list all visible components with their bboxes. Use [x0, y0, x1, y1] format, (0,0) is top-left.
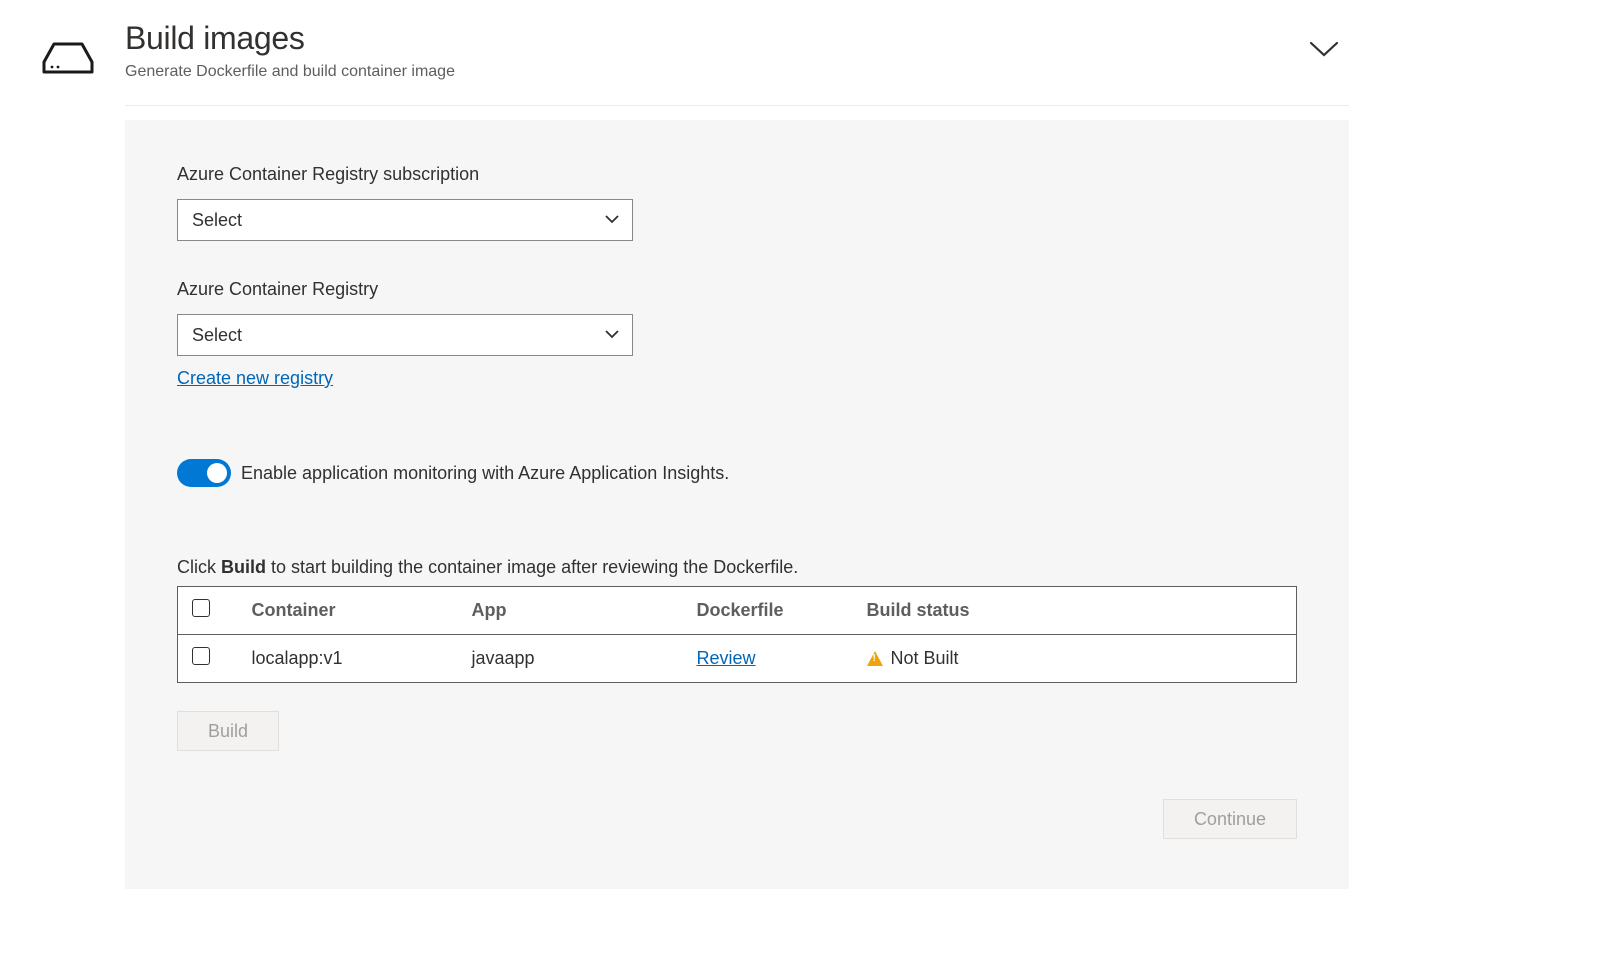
registry-select[interactable]: Select	[177, 314, 633, 356]
build-table: Container App Dockerfile Build status lo…	[177, 586, 1297, 683]
create-registry-link[interactable]: Create new registry	[177, 368, 333, 389]
col-header-dockerfile: Dockerfile	[683, 587, 853, 635]
page-subtitle: Generate Dockerfile and build container …	[125, 63, 455, 81]
collapse-section-icon[interactable]	[1309, 20, 1349, 63]
build-images-panel: Azure Container Registry subscription Se…	[125, 120, 1349, 889]
continue-button[interactable]: Continue	[1163, 799, 1297, 839]
registry-label: Azure Container Registry	[177, 279, 1297, 300]
build-instruction: Click Build to start building the contai…	[177, 557, 1297, 578]
cell-status: Not Built	[891, 648, 959, 669]
subscription-select-value: Select	[192, 210, 242, 231]
registry-select-value: Select	[192, 325, 242, 346]
chevron-down-icon	[604, 326, 620, 344]
cell-container: localapp:v1	[238, 635, 458, 683]
subscription-label: Azure Container Registry subscription	[177, 164, 1297, 185]
col-header-container: Container	[238, 587, 458, 635]
col-header-status: Build status	[853, 587, 1297, 635]
build-button[interactable]: Build	[177, 711, 279, 751]
page-title: Build images	[125, 20, 455, 57]
monitoring-toggle[interactable]	[177, 459, 231, 487]
header-divider	[125, 105, 1349, 106]
cell-app: javaapp	[458, 635, 683, 683]
row-checkbox[interactable]	[192, 647, 210, 665]
col-header-app: App	[458, 587, 683, 635]
subscription-select[interactable]: Select	[177, 199, 633, 241]
monitoring-toggle-label: Enable application monitoring with Azure…	[241, 463, 729, 484]
select-all-checkbox[interactable]	[192, 599, 210, 617]
review-dockerfile-link[interactable]: Review	[697, 648, 756, 669]
table-row: localapp:v1 javaapp Review Not Built	[178, 635, 1297, 683]
warning-icon	[867, 651, 883, 666]
chevron-down-icon	[604, 211, 620, 229]
toggle-knob	[207, 463, 227, 483]
disk-icon	[40, 38, 96, 889]
